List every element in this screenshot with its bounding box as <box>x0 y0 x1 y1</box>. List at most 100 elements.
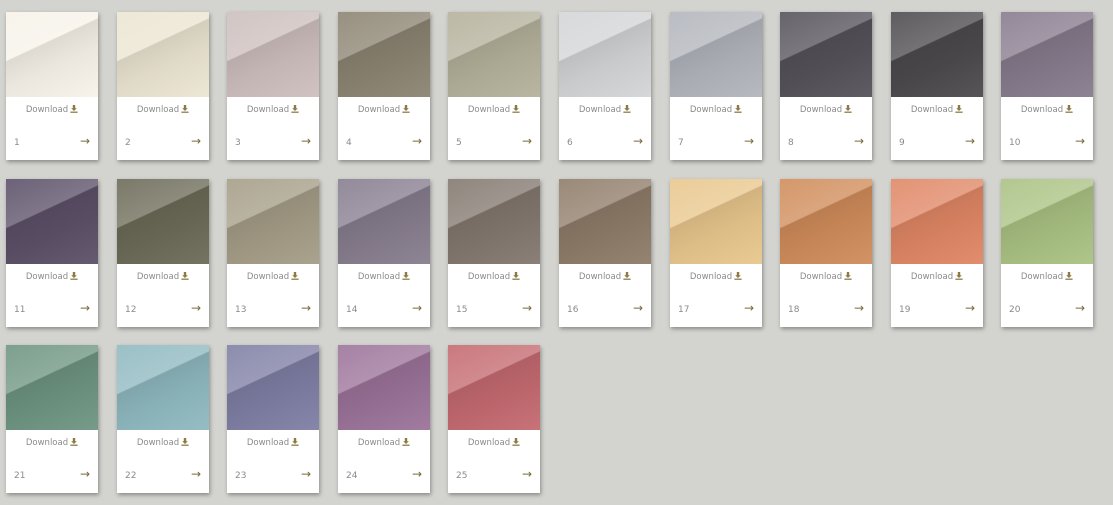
fabric-swatch-image[interactable] <box>559 12 651 97</box>
arrow-right-icon[interactable]: → <box>301 135 311 147</box>
arrow-right-icon[interactable]: → <box>965 302 975 314</box>
swatch-card[interactable]: Download 13 → <box>227 179 319 327</box>
fabric-swatch-image[interactable] <box>117 179 209 264</box>
swatch-card[interactable]: Download 16 → <box>559 179 651 327</box>
arrow-right-icon[interactable]: → <box>854 302 864 314</box>
arrow-right-icon[interactable]: → <box>412 135 422 147</box>
arrow-right-icon[interactable]: → <box>80 302 90 314</box>
swatch-card[interactable]: Download 4 → <box>338 12 430 160</box>
arrow-right-icon[interactable]: → <box>412 302 422 314</box>
fabric-swatch-image[interactable] <box>559 179 651 264</box>
arrow-right-icon[interactable]: → <box>522 468 532 480</box>
swatch-card[interactable]: Download 11 → <box>6 179 98 327</box>
download-link[interactable]: Download <box>1001 272 1093 282</box>
download-link[interactable]: Download <box>227 105 319 115</box>
swatch-card[interactable]: Download 10 → <box>1001 12 1093 160</box>
arrow-right-icon[interactable]: → <box>80 468 90 480</box>
arrow-right-icon[interactable]: → <box>522 135 532 147</box>
arrow-right-icon[interactable]: → <box>1075 135 1085 147</box>
download-link[interactable]: Download <box>227 438 319 448</box>
swatch-card[interactable]: Download 19 → <box>891 179 983 327</box>
arrow-right-icon[interactable]: → <box>744 302 754 314</box>
fabric-swatch-image[interactable] <box>780 12 872 97</box>
swatch-card[interactable]: Download 20 → <box>1001 179 1093 327</box>
download-link[interactable]: Download <box>1001 105 1093 115</box>
download-link[interactable]: Download <box>117 438 209 448</box>
arrow-right-icon[interactable]: → <box>522 302 532 314</box>
download-link[interactable]: Download <box>891 272 983 282</box>
download-link[interactable]: Download <box>448 105 540 115</box>
download-link[interactable]: Download <box>448 272 540 282</box>
arrow-right-icon[interactable]: → <box>633 302 643 314</box>
fabric-swatch-image[interactable] <box>891 179 983 264</box>
fabric-swatch-image[interactable] <box>780 179 872 264</box>
download-link[interactable]: Download <box>6 105 98 115</box>
fabric-swatch-image[interactable] <box>227 345 319 430</box>
fabric-swatch-image[interactable] <box>227 179 319 264</box>
fabric-swatch-image[interactable] <box>448 179 540 264</box>
download-link[interactable]: Download <box>227 272 319 282</box>
fabric-swatch-image[interactable] <box>1001 179 1093 264</box>
arrow-right-icon[interactable]: → <box>1075 302 1085 314</box>
fabric-swatch-image[interactable] <box>338 179 430 264</box>
swatch-card[interactable]: Download 8 → <box>780 12 872 160</box>
swatch-card[interactable]: Download 17 → <box>670 179 762 327</box>
download-link[interactable]: Download <box>559 272 651 282</box>
fabric-swatch-image[interactable] <box>117 345 209 430</box>
swatch-card[interactable]: Download 25 → <box>448 345 540 493</box>
arrow-right-icon[interactable]: → <box>412 468 422 480</box>
swatch-card[interactable]: Download 2 → <box>117 12 209 160</box>
fabric-swatch-image[interactable] <box>338 12 430 97</box>
download-link[interactable]: Download <box>338 105 430 115</box>
arrow-right-icon[interactable]: → <box>633 135 643 147</box>
swatch-card[interactable]: Download 15 → <box>448 179 540 327</box>
fabric-swatch-image[interactable] <box>670 179 762 264</box>
swatch-card[interactable]: Download 24 → <box>338 345 430 493</box>
fabric-swatch-image[interactable] <box>227 12 319 97</box>
fabric-swatch-image[interactable] <box>6 179 98 264</box>
swatch-card[interactable]: Download 12 → <box>117 179 209 327</box>
fabric-swatch-image[interactable] <box>6 345 98 430</box>
download-link[interactable]: Download <box>338 438 430 448</box>
swatch-card[interactable]: Download 21 → <box>6 345 98 493</box>
fabric-swatch-image[interactable] <box>1001 12 1093 97</box>
fabric-swatch-image[interactable] <box>117 12 209 97</box>
swatch-card[interactable]: Download 5 → <box>448 12 540 160</box>
fabric-swatch-image[interactable] <box>448 345 540 430</box>
arrow-right-icon[interactable]: → <box>191 135 201 147</box>
swatch-card[interactable]: Download 22 → <box>117 345 209 493</box>
swatch-card[interactable]: Download 9 → <box>891 12 983 160</box>
arrow-right-icon[interactable]: → <box>301 468 311 480</box>
swatch-card[interactable]: Download 14 → <box>338 179 430 327</box>
swatch-card[interactable]: Download 23 → <box>227 345 319 493</box>
fabric-swatch-image[interactable] <box>6 12 98 97</box>
arrow-right-icon[interactable]: → <box>854 135 864 147</box>
download-link[interactable]: Download <box>780 105 872 115</box>
fabric-swatch-image[interactable] <box>338 345 430 430</box>
download-link[interactable]: Download <box>780 272 872 282</box>
arrow-right-icon[interactable]: → <box>191 302 201 314</box>
fabric-swatch-image[interactable] <box>448 12 540 97</box>
download-link[interactable]: Download <box>6 272 98 282</box>
arrow-right-icon[interactable]: → <box>744 135 754 147</box>
download-link[interactable]: Download <box>891 105 983 115</box>
arrow-right-icon[interactable]: → <box>301 302 311 314</box>
download-link[interactable]: Download <box>448 438 540 448</box>
download-link[interactable]: Download <box>117 272 209 282</box>
swatch-card[interactable]: Download 1 → <box>6 12 98 160</box>
arrow-right-icon[interactable]: → <box>80 135 90 147</box>
fabric-swatch-image[interactable] <box>670 12 762 97</box>
download-link[interactable]: Download <box>338 272 430 282</box>
arrow-right-icon[interactable]: → <box>191 468 201 480</box>
swatch-card[interactable]: Download 18 → <box>780 179 872 327</box>
download-link[interactable]: Download <box>117 105 209 115</box>
download-link[interactable]: Download <box>559 105 651 115</box>
swatch-card[interactable]: Download 6 → <box>559 12 651 160</box>
download-link[interactable]: Download <box>670 272 762 282</box>
swatch-card[interactable]: Download 7 → <box>670 12 762 160</box>
swatch-card[interactable]: Download 3 → <box>227 12 319 160</box>
fabric-swatch-image[interactable] <box>891 12 983 97</box>
download-link[interactable]: Download <box>6 438 98 448</box>
download-link[interactable]: Download <box>670 105 762 115</box>
arrow-right-icon[interactable]: → <box>965 135 975 147</box>
